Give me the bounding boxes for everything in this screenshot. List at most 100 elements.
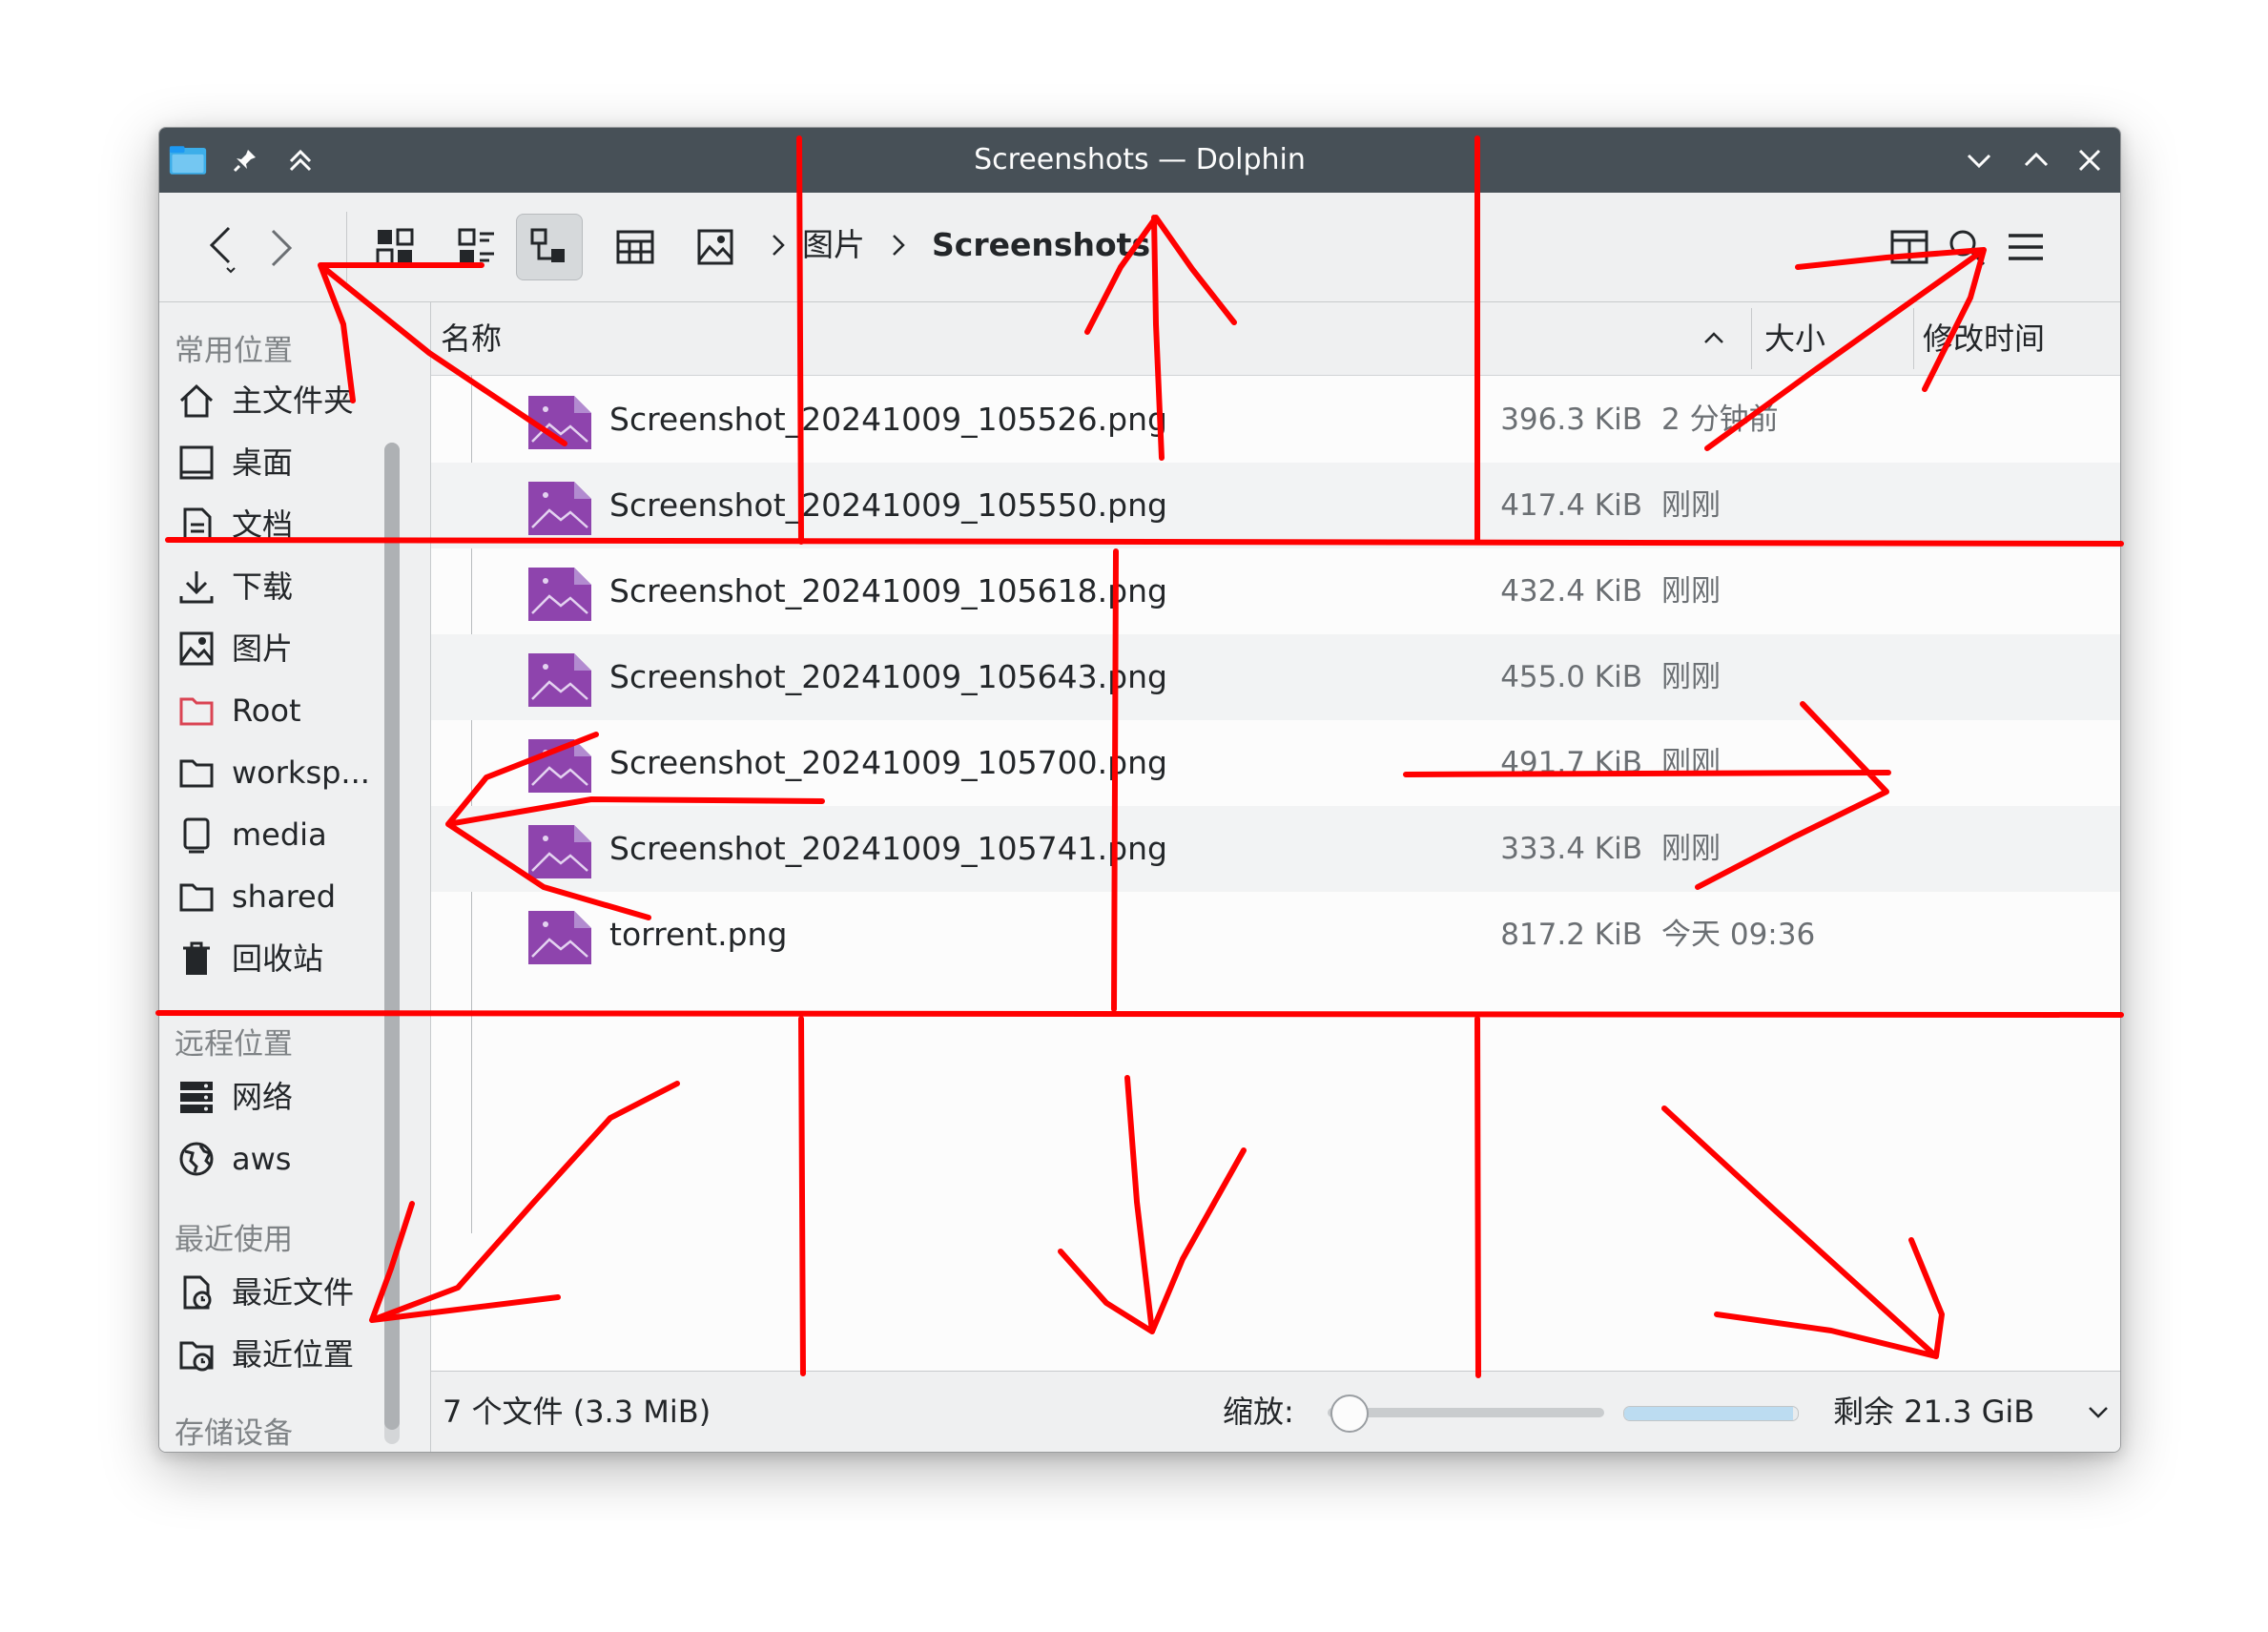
sidebar-item-network[interactable]: 网络 — [159, 1067, 381, 1126]
sidebar-item-label: media — [232, 816, 327, 853]
file-size: 817.2 KiB — [1500, 918, 1642, 952]
media-icon — [176, 815, 216, 855]
close-icon[interactable] — [2071, 141, 2109, 179]
zoom-label: 缩放: — [1223, 1394, 1294, 1430]
file-size: 491.7 KiB — [1500, 746, 1642, 780]
sidebar-item-label: 文档 — [232, 506, 294, 543]
sidebar-item-documents[interactable]: 文档 — [159, 495, 381, 554]
back-button[interactable] — [186, 214, 253, 280]
image-file-icon — [526, 650, 593, 709]
table-row[interactable]: Screenshot_20241009_105618.png 432.4 KiB 刚… — [431, 548, 2120, 634]
sidebar-item-media[interactable]: media — [159, 805, 381, 864]
pin-icon[interactable] — [226, 141, 264, 179]
table-row[interactable]: Screenshot_20241009_105741.png 333.4 KiB 刚… — [431, 806, 2120, 892]
sidebar-item-root[interactable]: Root — [159, 681, 381, 740]
column-modified-header[interactable]: 修改时间 — [1923, 302, 2045, 375]
sidebar-item-label: 回收站 — [232, 940, 324, 977]
document-icon — [176, 505, 216, 545]
desktop-icon — [176, 443, 216, 483]
file-size: 432.4 KiB — [1500, 574, 1642, 609]
toolbar-separator — [346, 212, 347, 282]
file-modified: 刚刚 — [1661, 746, 1721, 780]
image-file-icon — [526, 392, 593, 451]
sidebar-item-aws[interactable]: aws — [159, 1129, 381, 1188]
column-divider[interactable] — [1751, 308, 1752, 369]
network-icon — [176, 1077, 216, 1117]
file-name: Screenshot_20241009_105618.png — [609, 572, 1167, 609]
sidebar-item-label: aws — [232, 1141, 292, 1177]
column-header: 名称 大小 修改时间 — [431, 302, 2120, 376]
sidebar-item-label: Root — [232, 692, 301, 729]
sidebar-item-shared[interactable]: shared — [159, 867, 381, 926]
sidebar-scrollbar-thumb[interactable] — [384, 443, 400, 1430]
sidebar-item-desktop[interactable]: 桌面 — [159, 433, 381, 492]
recent-locations-icon — [176, 1334, 216, 1374]
places-heading: 常用位置 — [175, 334, 293, 368]
table-row[interactable]: Screenshot_20241009_105526.png 396.3 KiB 2… — [431, 377, 2120, 463]
sidebar-item-label: 最近文件 — [232, 1274, 355, 1311]
devices-heading: 存储设备 — [175, 1416, 293, 1451]
file-modified: 刚刚 — [1661, 660, 1721, 694]
sidebar-item-home[interactable]: 主文件夹 — [159, 371, 381, 430]
breadcrumb-pictures[interactable]: 图片 — [802, 221, 865, 269]
split-view-button[interactable] — [602, 214, 669, 280]
image-file-icon — [526, 564, 593, 623]
file-modified: 2 分钟前 — [1661, 403, 1779, 437]
chevron-down-icon[interactable] — [2081, 1394, 2115, 1429]
sidebar-item-workspace[interactable]: worksp... — [159, 743, 381, 802]
breadcrumb-screenshots[interactable]: Screenshots — [932, 221, 1150, 269]
file-name: torrent.png — [609, 916, 788, 953]
sidebar-item-downloads[interactable]: 下载 — [159, 557, 381, 616]
sidebar-item-recent-locations[interactable]: 最近位置 — [159, 1325, 381, 1384]
file-size: 333.4 KiB — [1500, 832, 1642, 866]
hamburger-menu-icon[interactable] — [1992, 214, 2059, 280]
column-name-header[interactable]: 名称 — [441, 302, 502, 375]
home-icon — [176, 381, 216, 421]
keep-above-icon[interactable] — [281, 141, 320, 179]
sidebar-item-trash[interactable]: 回收站 — [159, 929, 381, 988]
toolbar: 图片 Screenshots — [159, 193, 2120, 302]
forward-button[interactable] — [247, 214, 314, 280]
table-row[interactable]: Screenshot_20241009_105550.png 417.4 KiB 刚… — [431, 463, 2120, 548]
sidebar-item-pictures[interactable]: 图片 — [159, 619, 381, 678]
table-row[interactable]: Screenshot_20241009_105700.png 491.7 KiB 刚… — [431, 720, 2120, 806]
sort-ascending-icon[interactable] — [1700, 323, 1728, 352]
file-modified: 刚刚 — [1661, 574, 1721, 609]
file-name: Screenshot_20241009_105550.png — [609, 486, 1167, 524]
preview-button[interactable] — [682, 214, 749, 280]
image-file-icon — [526, 478, 593, 537]
sidebar-item-recent-files[interactable]: 最近文件 — [159, 1263, 381, 1322]
status-summary: 7 个文件 (3.3 MiB) — [443, 1394, 711, 1430]
image-file-icon — [526, 821, 593, 880]
table-row[interactable]: torrent.png 817.2 KiB 今天 09:36 — [431, 892, 2120, 978]
image-file-icon — [526, 907, 593, 966]
file-size: 417.4 KiB — [1500, 488, 1642, 523]
download-icon — [176, 567, 216, 607]
search-icon[interactable] — [1933, 214, 2000, 280]
pictures-icon — [176, 629, 216, 669]
breadcrumb-chevron-icon — [764, 221, 793, 269]
file-name: Screenshot_20241009_105643.png — [609, 658, 1167, 695]
sidebar-item-label: 下载 — [232, 568, 294, 605]
folder-icon — [176, 877, 216, 917]
file-modified: 刚刚 — [1661, 832, 1721, 866]
sidebar-item-label: shared — [232, 878, 337, 915]
sidebar-scrollbar[interactable] — [384, 443, 400, 1444]
free-space-bar — [1623, 1406, 1799, 1421]
minimize-icon[interactable] — [1960, 141, 1998, 179]
column-divider[interactable] — [1913, 308, 1914, 369]
folder-icon — [176, 753, 216, 793]
compact-view-button[interactable] — [443, 214, 510, 280]
icons-view-button[interactable] — [361, 214, 428, 280]
recent-heading: 最近使用 — [175, 1223, 293, 1257]
app-folder-icon[interactable] — [169, 141, 207, 179]
table-row[interactable]: Screenshot_20241009_105643.png 455.0 KiB 刚… — [431, 634, 2120, 720]
column-size-header[interactable]: 大小 — [1764, 302, 1825, 375]
zoom-slider-handle[interactable] — [1330, 1394, 1370, 1433]
file-list-view[interactable]: 名称 大小 修改时间 Screenshot_20241009_105526.pn… — [430, 302, 2120, 1371]
maximize-icon[interactable] — [2017, 141, 2055, 179]
details-view-button[interactable] — [516, 214, 583, 280]
file-name: Screenshot_20241009_105741.png — [609, 830, 1167, 867]
title-bar[interactable]: Screenshots — Dolphin — [159, 128, 2120, 193]
zoom-slider-track[interactable] — [1328, 1408, 1604, 1417]
